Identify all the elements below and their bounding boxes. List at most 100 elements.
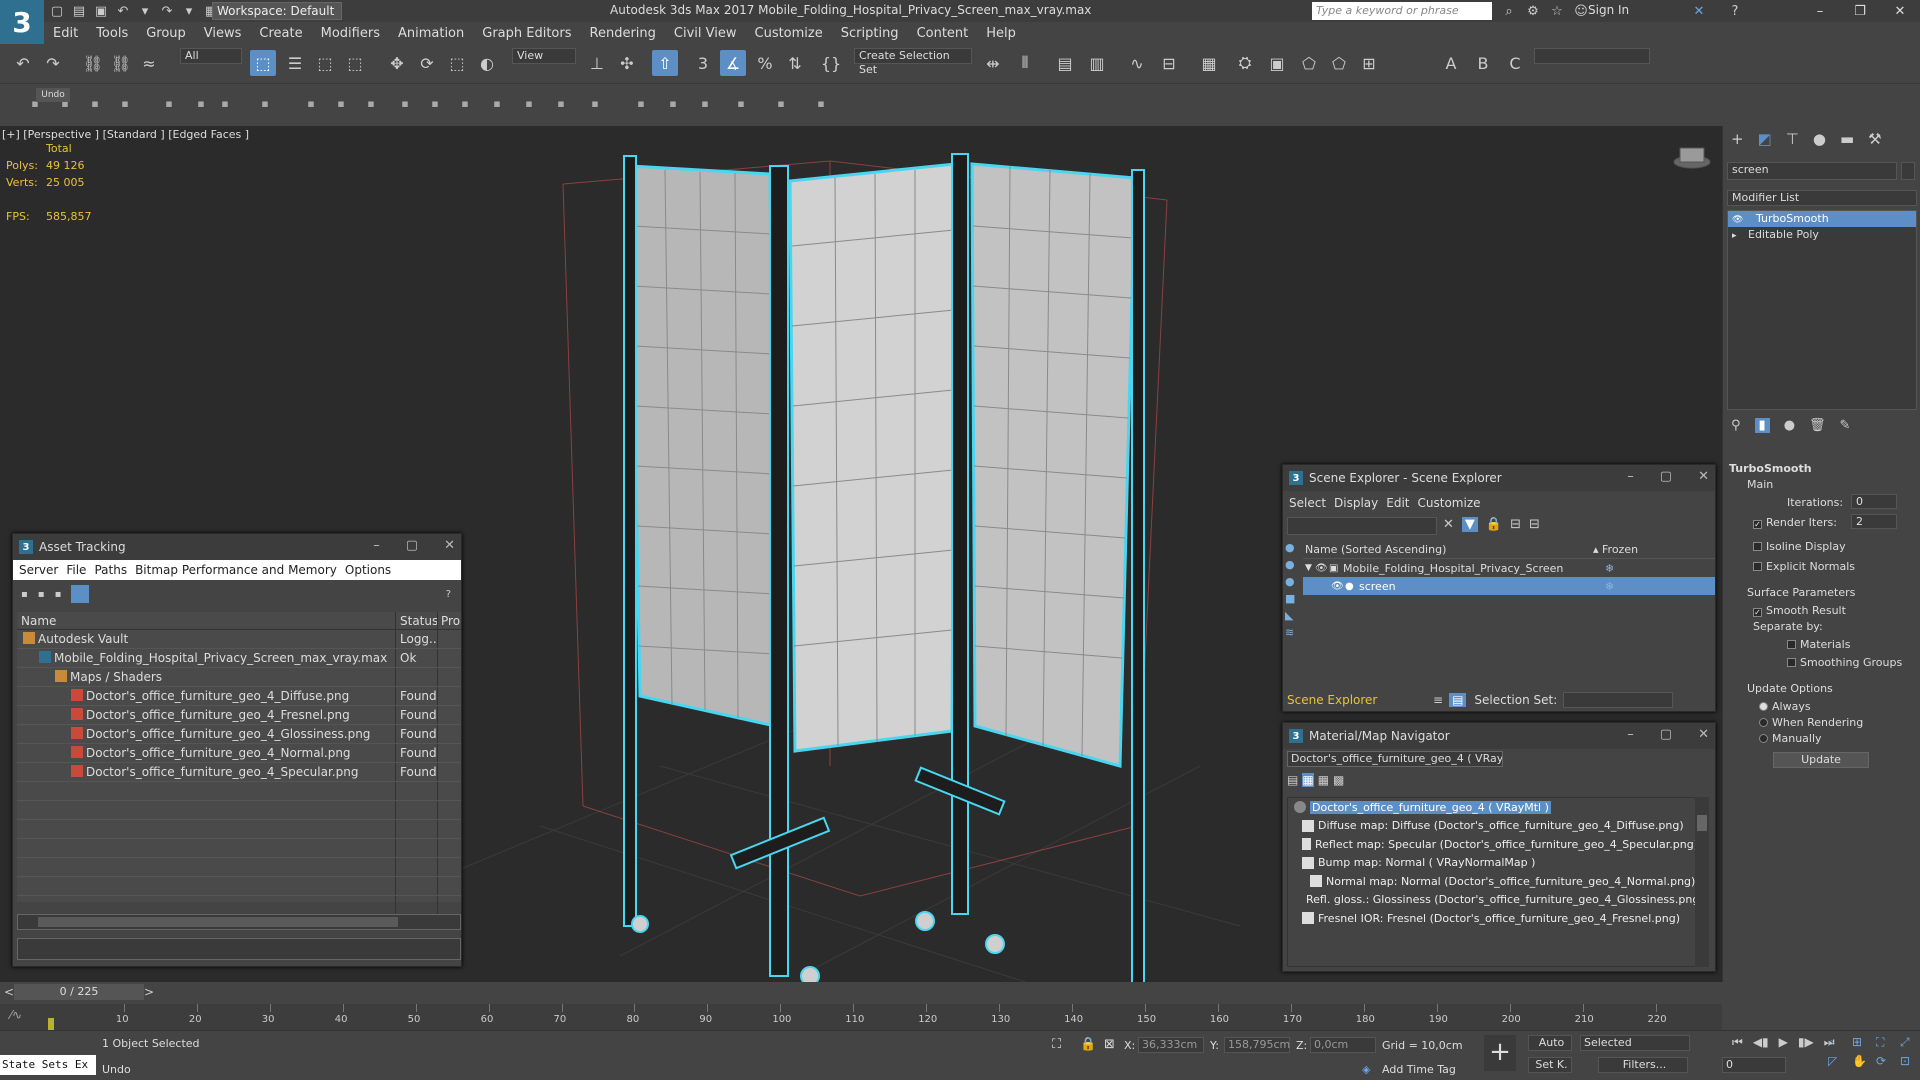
close-icon[interactable]: ✕ xyxy=(1698,469,1709,484)
pan-icon[interactable]: ✋ xyxy=(1852,1054,1872,1068)
help-icon[interactable]: ? xyxy=(446,589,451,600)
menu-civil-view[interactable]: Civil View xyxy=(665,26,746,41)
z-coordinate-field[interactable]: 0,0cm xyxy=(1310,1037,1376,1053)
list-view-icon[interactable]: ▪ xyxy=(38,589,45,600)
object-color-swatch[interactable] xyxy=(1901,162,1915,180)
ribbon-tool-icon[interactable]: ▪ xyxy=(392,90,418,116)
link-icon[interactable]: ⛓ xyxy=(80,50,106,76)
pivot-icon[interactable]: ⊥ xyxy=(584,50,610,76)
ribbon-tool-icon[interactable]: ▪ xyxy=(516,90,542,116)
menu-help[interactable]: Help xyxy=(977,26,1025,41)
align-icon[interactable]: ⫴ xyxy=(1012,50,1038,76)
zoom-extents-icon[interactable]: ⛶ xyxy=(1876,1035,1896,1050)
object-name-field[interactable]: screen xyxy=(1727,162,1897,180)
ribbon-tool-icon[interactable]: ▪ xyxy=(422,90,448,116)
material-tree-item[interactable]: Refl. gloss.: Glossiness (Doctor's_offic… xyxy=(1288,891,1704,910)
rectangular-region-icon[interactable]: ⬚ xyxy=(312,50,338,76)
maximize-icon[interactable]: ▢ xyxy=(1660,727,1672,742)
asset-menu-options[interactable]: Options xyxy=(343,563,397,577)
modifier-list-dropdown[interactable]: Modifier List xyxy=(1727,190,1917,206)
track-bar[interactable]: ⁄∿ 10 20 30 40 50 60 70 80 90 100 110 120 130 140 150 1… xyxy=(0,1004,1722,1030)
refresh-icon[interactable]: ▪ xyxy=(21,589,28,600)
rollout-title[interactable]: TurboSmooth xyxy=(1729,462,1812,475)
modifier-stack-item[interactable]: ▸ Editable Poly xyxy=(1728,227,1916,243)
percent-snap-icon[interactable]: % xyxy=(752,50,778,76)
utilities-tab-icon[interactable]: ⚒ xyxy=(1868,130,1881,148)
render-setup-icon[interactable]: ⛭ xyxy=(1232,50,1258,76)
menu-graph-editors[interactable]: Graph Editors xyxy=(473,26,580,41)
placement-icon[interactable]: ◐ xyxy=(474,50,500,76)
manipulate-icon[interactable]: ✣ xyxy=(614,50,640,76)
subscription-icon[interactable]: ⚙ xyxy=(1524,2,1542,20)
menu-animation[interactable]: Animation xyxy=(389,26,473,41)
table-row[interactable]: Mobile_Folding_Hospital_Privacy_Screen_m… xyxy=(17,649,461,668)
ribbon-tool-icon[interactable]: ▪ xyxy=(728,90,754,116)
set-key-button[interactable]: Set K. xyxy=(1528,1057,1572,1073)
new-file-icon[interactable]: ▢ xyxy=(48,2,66,20)
selection-set-dropdown[interactable]: Create Selection Set xyxy=(854,48,972,76)
previous-key-icon[interactable]: ◀▮ xyxy=(1753,1035,1769,1050)
rendered-frame-icon[interactable]: ▣ xyxy=(1264,50,1290,76)
add-time-tag[interactable]: Add Time Tag xyxy=(1382,1063,1456,1076)
view-small-icons-icon[interactable]: ▦ xyxy=(1318,773,1329,787)
display-helpers-icon[interactable]: ◣ xyxy=(1285,609,1301,622)
when-rendering-radio[interactable] xyxy=(1759,718,1768,727)
view-list-icons-icon[interactable]: ▦ xyxy=(1302,773,1314,787)
close-icon[interactable]: ✕ xyxy=(444,538,455,553)
explicit-normals-checkbox[interactable] xyxy=(1753,562,1762,571)
move-icon[interactable]: ✥ xyxy=(384,50,410,76)
selection-set-dropdown[interactable] xyxy=(1563,692,1674,708)
auto-key-button[interactable]: Auto xyxy=(1528,1035,1572,1051)
asset-menu-server[interactable]: Server xyxy=(17,563,64,577)
render-iters-spinner[interactable]: 2 xyxy=(1851,514,1897,529)
previous-frame-icon[interactable]: < xyxy=(4,985,14,999)
snaps-toggle-icon[interactable]: 3 xyxy=(690,50,716,76)
spinner-snap-icon[interactable]: ⇅ xyxy=(782,50,808,76)
frozen-icon[interactable]: ❄ xyxy=(1605,580,1614,593)
layer-explorer-icon[interactable]: ▤ xyxy=(1052,50,1078,76)
scale-icon[interactable]: ⬚ xyxy=(444,50,470,76)
column-header-pro[interactable]: Pro xyxy=(438,612,460,629)
lock-icon[interactable]: 🔒 xyxy=(1486,517,1502,532)
ribbon-tool-icon[interactable]: ▪ xyxy=(252,90,278,116)
column-frozen[interactable]: ▴ Frozen xyxy=(1593,543,1638,556)
dropdown-icon[interactable]: ▾ xyxy=(136,2,154,20)
asset-tracking-titlebar[interactable]: 3 Asset Tracking – ▢ ✕ xyxy=(13,534,461,560)
display-geometry-icon[interactable]: ● xyxy=(1285,541,1301,554)
help-icon[interactable]: ? xyxy=(1726,2,1744,20)
frozen-icon[interactable]: ❄ xyxy=(1605,562,1614,575)
x-coordinate-field[interactable]: 36,333cm xyxy=(1138,1037,1204,1053)
zoom-extents-all-icon[interactable]: ⤢ xyxy=(1900,1035,1920,1050)
filter-icon[interactable]: ▼ xyxy=(1461,517,1478,532)
orbit-icon[interactable]: ⟳ xyxy=(1876,1054,1896,1068)
ribbon-tool-icon[interactable]: ▪ xyxy=(328,90,354,116)
scene-menu-customize[interactable]: Customize xyxy=(1416,496,1487,510)
render-iterative-icon[interactable]: ⬠ xyxy=(1326,50,1352,76)
create-tab-icon[interactable]: + xyxy=(1731,130,1744,148)
menu-create[interactable]: Create xyxy=(250,26,311,41)
maxscript-listener[interactable]: State Sets Ex xyxy=(0,1055,96,1075)
next-key-icon[interactable]: ▮▶ xyxy=(1798,1035,1814,1050)
table-row[interactable]: Maps / Shaders xyxy=(17,668,461,687)
object-explorer-icon[interactable]: ▤ xyxy=(1449,693,1467,707)
table-row[interactable]: Doctor's_office_furniture_geo_4_Specular… xyxy=(17,763,461,782)
maximize-viewport-icon[interactable]: ⊡ xyxy=(1900,1054,1920,1068)
minimize-icon[interactable]: – xyxy=(1627,469,1634,484)
redo-icon[interactable]: ↷ xyxy=(40,50,66,76)
hierarchy-tab-icon[interactable]: ⊤ xyxy=(1786,130,1799,148)
materials-checkbox[interactable] xyxy=(1787,640,1796,649)
maximize-icon[interactable]: ▢ xyxy=(406,538,418,553)
manually-radio[interactable] xyxy=(1759,734,1768,743)
y-coordinate-field[interactable]: 158,795cm xyxy=(1224,1037,1290,1053)
add-key-icon[interactable]: + xyxy=(1484,1035,1516,1071)
pin-stack-icon[interactable]: ⚲ xyxy=(1731,418,1741,433)
key-filters-button[interactable]: Filters... xyxy=(1598,1057,1688,1073)
redo-icon[interactable]: ↷ xyxy=(158,2,176,20)
column-header-status[interactable]: Status xyxy=(396,612,438,629)
ribbon-tool-icon[interactable]: ▪ xyxy=(768,90,794,116)
material-tree-item[interactable]: Doctor's_office_furniture_geo_4 ( VRayMt… xyxy=(1288,798,1698,817)
isoline-checkbox[interactable] xyxy=(1753,542,1762,551)
ribbon-tool-icon[interactable]: ▪ xyxy=(628,90,654,116)
ribbon-tool-icon[interactable]: ▪ xyxy=(358,90,384,116)
go-to-start-icon[interactable]: ⏮ xyxy=(1732,1035,1743,1050)
